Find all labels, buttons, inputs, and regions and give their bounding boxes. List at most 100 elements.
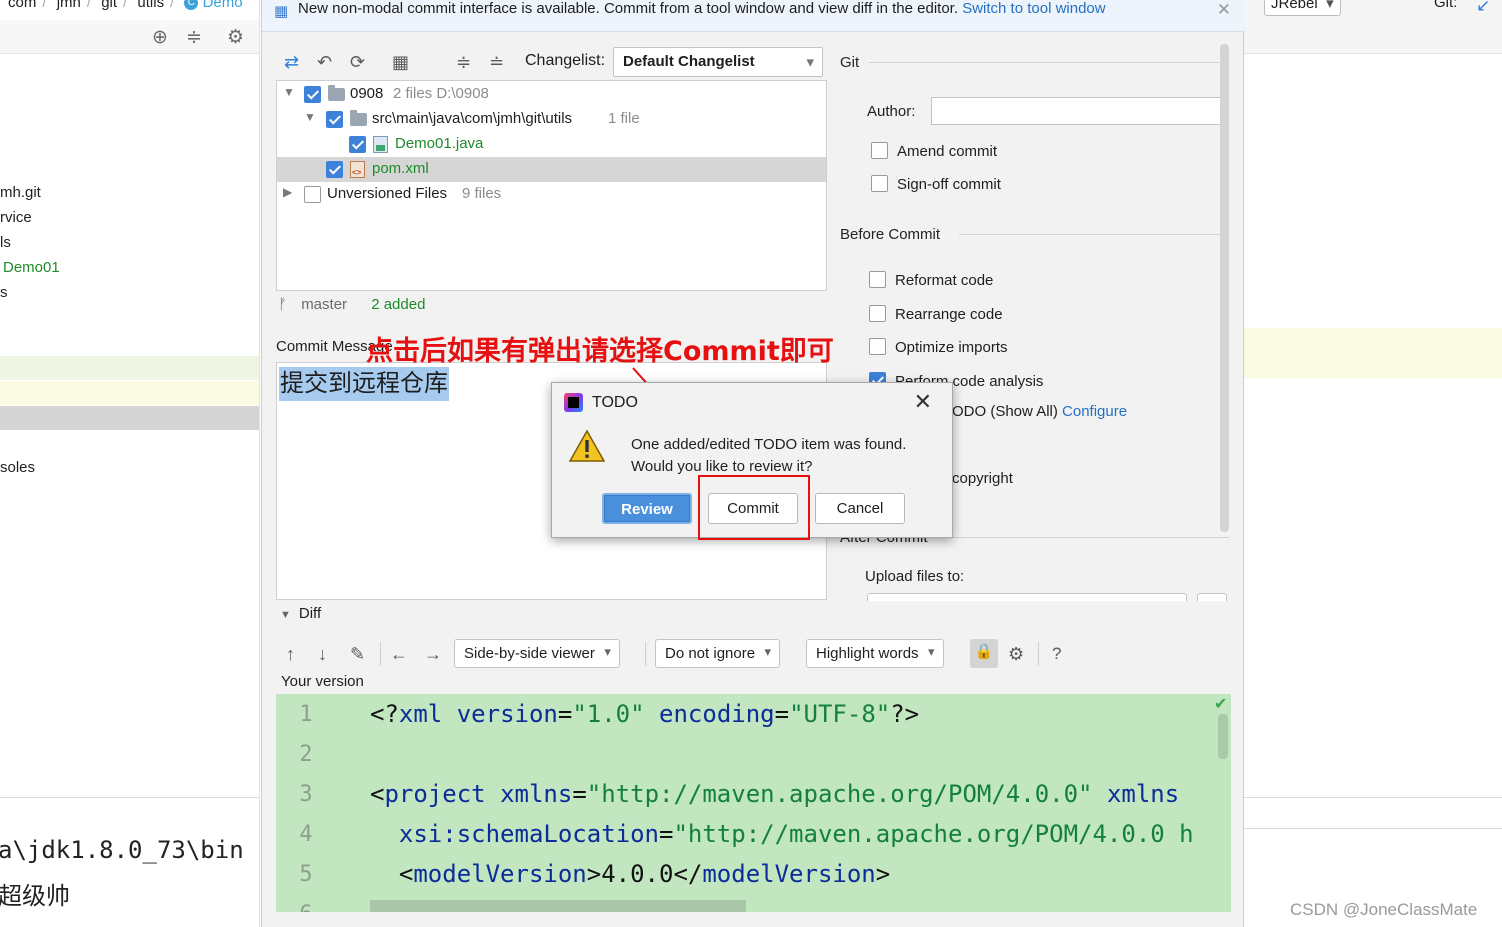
breadcrumb-item[interactable]: jmh	[57, 0, 81, 11]
jrebel-dropdown[interactable]: JRebel	[1264, 0, 1341, 16]
project-tree-item[interactable]: Demo01	[3, 259, 60, 276]
reformat-checkbox[interactable]	[869, 271, 886, 288]
breadcrumb-item[interactable]: com	[8, 0, 36, 11]
code-horizontal-scrollbar[interactable]	[370, 900, 746, 912]
reformat-option[interactable]: Reformat code	[869, 268, 993, 289]
line-number: 5	[299, 862, 313, 887]
branch-icon: ᚠ	[278, 296, 288, 313]
breadcrumb-item[interactable]: git	[101, 0, 117, 11]
changelist-dropdown[interactable]: Default Changelist ▾	[613, 47, 823, 77]
toolbar-separator	[1038, 642, 1039, 666]
copyright-label: copyright	[952, 470, 1013, 487]
file-checkbox[interactable]	[326, 161, 343, 178]
branch-name[interactable]: master	[301, 296, 347, 313]
module-checkbox[interactable]	[304, 86, 321, 103]
line-number: 1	[299, 702, 313, 727]
expand-all-icon[interactable]: ≑	[456, 52, 471, 72]
gear-icon[interactable]: ⚙	[227, 26, 244, 49]
unversioned-label: Unversioned Files	[327, 185, 448, 202]
group-by-icon[interactable]: ▦	[392, 52, 409, 72]
project-tree-item[interactable]: ls	[0, 234, 11, 251]
lock-icon[interactable]: 🔒	[970, 639, 998, 668]
breadcrumb-item[interactable]: utils	[137, 0, 164, 11]
highlight-dropdown[interactable]: Highlight words	[806, 639, 944, 668]
diff-section-header[interactable]: ▼ Diff	[280, 605, 321, 622]
optimize-checkbox[interactable]	[869, 338, 886, 355]
reformat-label: Reformat code	[895, 272, 994, 289]
project-tree-item[interactable]: mh.git	[0, 184, 41, 201]
tree-row-folder[interactable]: ▼ src\main\java\com\jmh\git\utils 1 file	[277, 107, 826, 132]
arrow-right-icon[interactable]: →	[424, 644, 442, 664]
optimize-imports-option[interactable]: Optimize imports	[869, 335, 1008, 356]
your-version-label: Your version	[281, 673, 364, 690]
close-icon[interactable]: ✕	[914, 389, 932, 415]
edit-icon[interactable]: ✎	[350, 644, 365, 664]
gear-icon[interactable]: ⚙	[1008, 644, 1024, 664]
upload-server-dropdown[interactable]	[867, 593, 1187, 601]
project-tree-item[interactable]: rvice	[0, 209, 32, 226]
switch-to-tool-window-link[interactable]: Switch to tool window	[962, 0, 1105, 17]
close-icon[interactable]: ✕	[1217, 0, 1231, 20]
folder-checkbox[interactable]	[326, 111, 343, 128]
changelist-label: Changelist:	[525, 52, 606, 69]
help-icon[interactable]: ?	[1052, 644, 1061, 664]
rearrange-checkbox[interactable]	[869, 305, 886, 322]
expand-arrow-icon[interactable]: ▶	[283, 185, 292, 199]
line-number: 2	[299, 742, 313, 767]
project-toolbar: ⊕ ≑ ⚙	[0, 20, 259, 54]
ignore-dropdown[interactable]: Do not ignore	[655, 639, 781, 668]
file-name: Demo01.java	[395, 135, 484, 152]
diff-code-editor[interactable]: ✔ 1 2 3 4 5 6 <?xml version="1.0" encodi…	[276, 694, 1231, 912]
code-line: <project xmlns="http://maven.apache.org/…	[370, 780, 1180, 808]
banner-text: New non-modal commit interface is availa…	[298, 0, 959, 17]
sign-off-label: Sign-off commit	[897, 176, 1001, 193]
configure-link[interactable]: Configure	[1062, 403, 1127, 420]
tree-row-file-selected[interactable]: pom.xml	[277, 157, 826, 182]
review-button[interactable]: Review	[602, 493, 692, 524]
breadcrumb: com / jmh / git / utils / C Demo	[8, 0, 243, 11]
divider	[1244, 797, 1502, 798]
sign-off-option[interactable]: Sign-off commit	[871, 172, 1001, 193]
annotation-text: 点击后如果有弹出请选择Commit即可	[366, 336, 834, 367]
copyright-option[interactable]: copyright	[952, 470, 1013, 487]
todo-option[interactable]: ODO (Show All) Configure	[952, 403, 1127, 420]
divider	[959, 234, 1229, 235]
project-tree-item[interactable]: s	[0, 284, 8, 301]
rearrange-option[interactable]: Rearrange code	[869, 302, 1003, 323]
intellij-icon	[564, 393, 583, 412]
arrow-up-icon[interactable]: ↑	[286, 644, 295, 664]
before-commit-title: Before Commit	[840, 226, 941, 243]
rollback-icon[interactable]: ↶	[317, 52, 332, 72]
upload-label: Upload files to:	[865, 568, 965, 585]
expand-arrow-icon[interactable]: ▼	[304, 110, 316, 124]
code-vertical-scrollbar[interactable]	[1218, 714, 1228, 759]
git-panel-scrollbar[interactable]	[1220, 44, 1229, 532]
cancel-button[interactable]: Cancel	[815, 493, 905, 524]
update-project-icon[interactable]: ↙	[1476, 0, 1490, 16]
viewer-dropdown[interactable]: Side-by-side viewer	[454, 639, 620, 668]
collapse-all-icon[interactable]: ≐	[489, 52, 504, 72]
file-checkbox[interactable]	[349, 136, 366, 153]
arrow-left-icon[interactable]: ←	[390, 644, 408, 664]
tree-row-module[interactable]: ▼ 0908 2 files D:\0908	[277, 82, 826, 107]
unversioned-checkbox[interactable]	[304, 186, 321, 203]
collapse-arrow-icon[interactable]: ▼	[280, 609, 291, 621]
expand-arrow-icon[interactable]: ▼	[283, 85, 295, 99]
show-diff-icon[interactable]: ⇄	[284, 52, 299, 72]
run-panel-item[interactable]: soles	[0, 459, 35, 476]
breadcrumb-item[interactable]: Demo	[203, 0, 243, 11]
upload-config-button[interactable]	[1197, 593, 1227, 601]
branch-status: ᚠ master 2 added	[278, 296, 425, 313]
collapse-all-icon[interactable]: ≑	[186, 26, 202, 49]
sign-off-checkbox[interactable]	[871, 175, 888, 192]
arrow-down-icon[interactable]: ↓	[318, 644, 327, 664]
tree-row-file[interactable]: Demo01.java	[277, 132, 826, 157]
refresh-icon[interactable]: ⟳	[350, 52, 365, 72]
toolbar-separator	[645, 642, 646, 666]
amend-commit-option[interactable]: Amend commit	[871, 139, 997, 160]
locate-icon[interactable]: ⊕	[152, 26, 168, 49]
author-input[interactable]	[931, 97, 1224, 125]
amend-checkbox[interactable]	[871, 142, 888, 159]
tree-row-unversioned[interactable]: ▶ Unversioned Files 9 files	[277, 182, 826, 207]
watermark: CSDN @JoneClassMate	[1290, 900, 1478, 919]
